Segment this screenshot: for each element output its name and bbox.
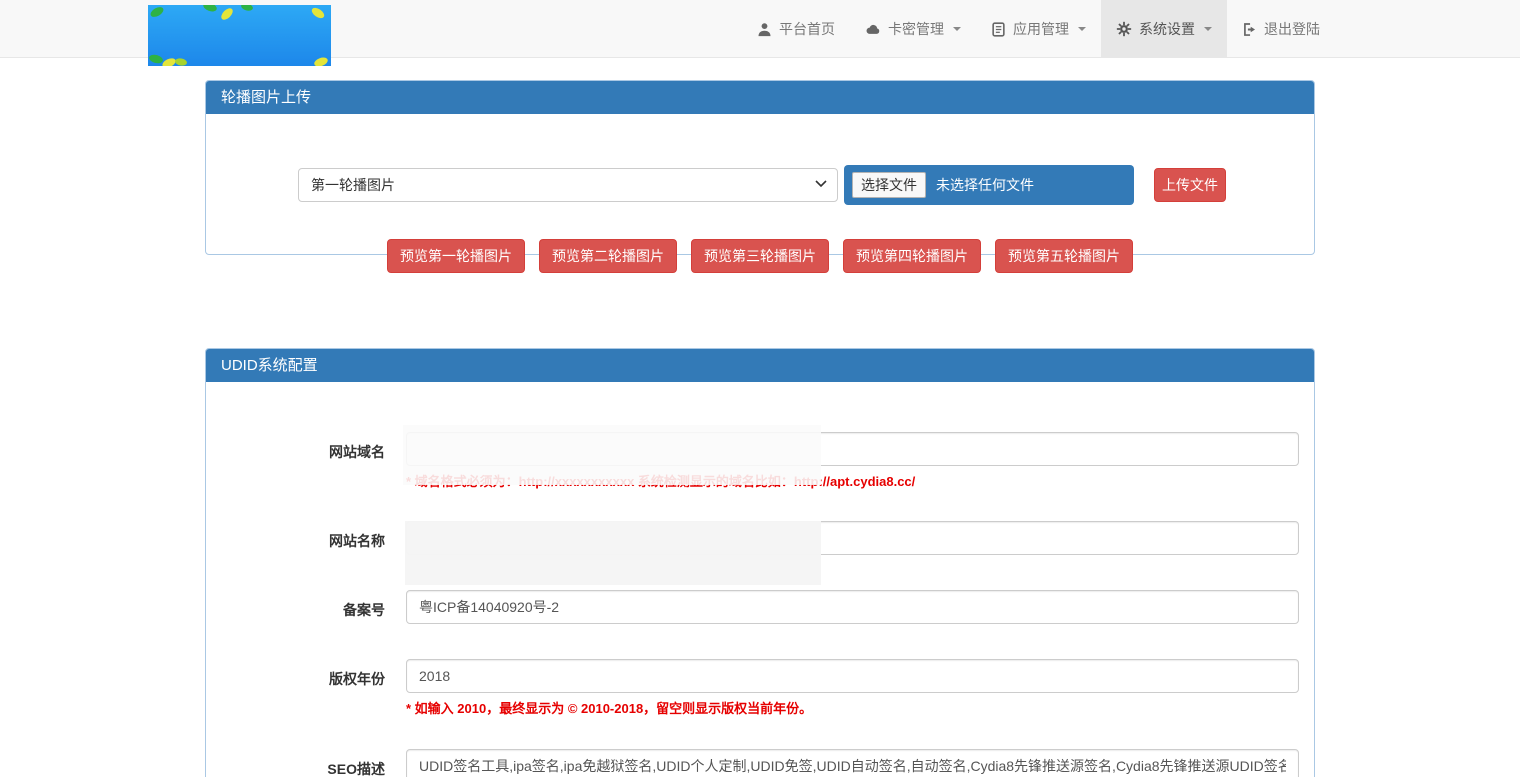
sign-out-icon [1242, 22, 1257, 37]
chevron-down-icon [815, 180, 827, 188]
nav-item-card-management[interactable]: 卡密管理 [850, 0, 976, 58]
caret-down-icon [953, 27, 961, 31]
icp-label: 备案号 [206, 600, 385, 620]
nav-label: 退出登陆 [1264, 19, 1320, 39]
redaction-overlay [405, 521, 821, 585]
top-navbar: 平台首页 卡密管理 应用管理 [0, 0, 1520, 58]
copyright-year-label: 版权年份 [206, 669, 385, 689]
nav-item-home[interactable]: 平台首页 [742, 0, 850, 58]
carousel-upload-panel: 轮播图片上传 第一轮播图片 选择文件 未选择任何文件 上传文件 预览第一轮播图片… [205, 80, 1315, 255]
nav-item-system-settings[interactable]: 系统设置 [1101, 0, 1227, 58]
nav-label: 系统设置 [1139, 19, 1195, 39]
book-icon [991, 22, 1006, 37]
choose-file-button[interactable]: 选择文件 [852, 172, 926, 198]
caret-down-icon [1204, 27, 1212, 31]
nav-label: 平台首页 [779, 19, 835, 39]
copyright-year-input[interactable] [406, 659, 1299, 693]
gear-icon [1116, 21, 1132, 37]
nav-label: 应用管理 [1013, 19, 1069, 39]
file-input-group[interactable]: 选择文件 未选择任何文件 [844, 165, 1134, 205]
carousel-slot-select[interactable]: 第一轮播图片 [298, 168, 838, 202]
preview-slide2-button[interactable]: 预览第二轮播图片 [539, 239, 677, 273]
site-name-label: 网站名称 [206, 531, 385, 551]
seo-label: SEO描述 [206, 759, 385, 777]
user-icon [757, 22, 772, 37]
preview-slide4-button[interactable]: 预览第四轮播图片 [843, 239, 981, 273]
caret-down-icon [1078, 27, 1086, 31]
selected-option-label: 第一轮播图片 [311, 177, 395, 193]
preview-slide3-button[interactable]: 预览第三轮播图片 [691, 239, 829, 273]
cloud-icon [865, 22, 881, 37]
redaction-overlay [403, 425, 821, 485]
upload-file-button[interactable]: 上传文件 [1154, 168, 1226, 202]
icp-input[interactable] [406, 590, 1299, 624]
udid-config-panel: UDID系统配置 网站域名 * 域名格式必须为：http://xxxxxxxxx… [205, 348, 1315, 777]
nav-item-app-management[interactable]: 应用管理 [976, 0, 1101, 58]
nav-label: 卡密管理 [888, 19, 944, 39]
file-status-text: 未选择任何文件 [936, 175, 1034, 195]
nav-item-logout[interactable]: 退出登陆 [1227, 0, 1335, 58]
site-logo[interactable] [148, 5, 331, 66]
panel-title: 轮播图片上传 [206, 81, 1314, 114]
seo-input[interactable] [406, 749, 1299, 777]
preview-slide1-button[interactable]: 预览第一轮播图片 [387, 239, 525, 273]
preview-slide5-button[interactable]: 预览第五轮播图片 [995, 239, 1133, 273]
panel-title: UDID系统配置 [206, 349, 1314, 382]
preview-buttons-row: 预览第一轮播图片 预览第二轮播图片 预览第三轮播图片 预览第四轮播图片 预览第五… [206, 239, 1314, 273]
domain-label: 网站域名 [206, 442, 385, 462]
nav-menu: 平台首页 卡密管理 应用管理 [742, 0, 1335, 58]
copyright-year-note: * 如输入 2010，最终显示为 © 2010-2018，留空则显示版权当前年份… [406, 698, 812, 717]
